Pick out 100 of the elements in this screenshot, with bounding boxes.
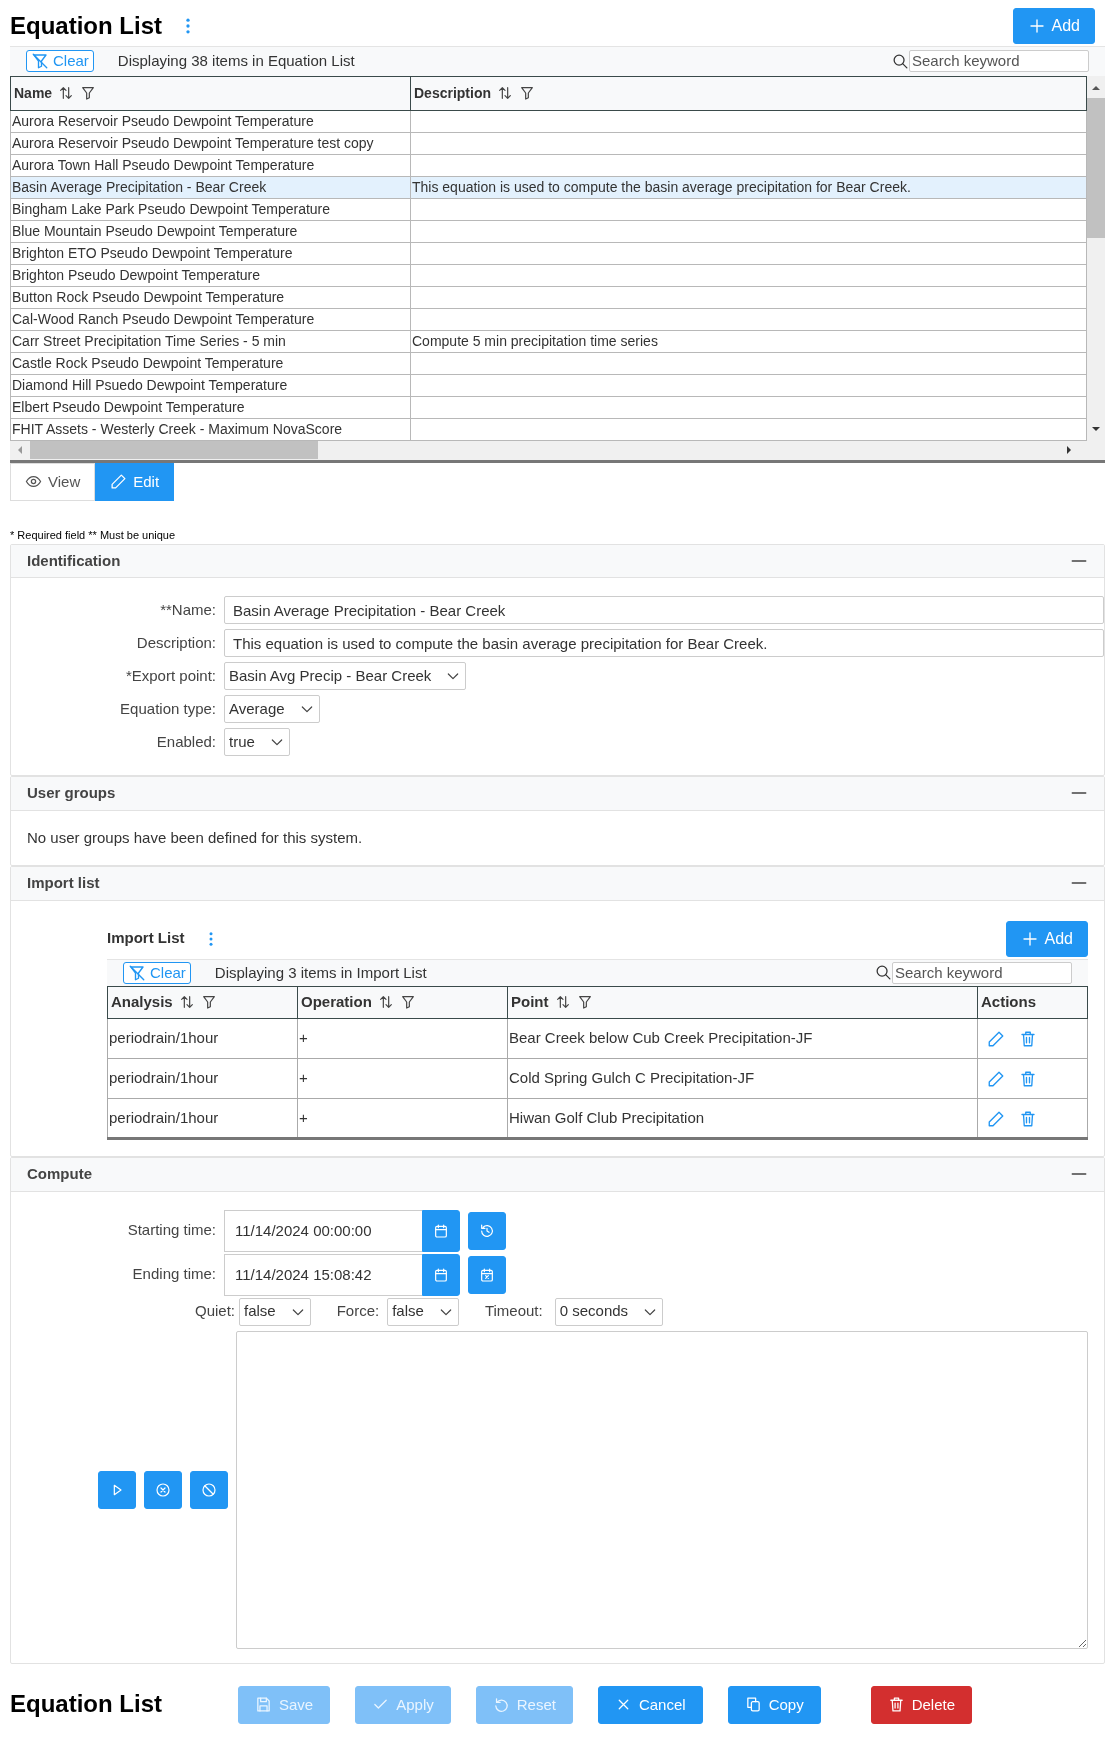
empty-message: No user groups have been defined for this system. — [27, 828, 363, 846]
field-label: Equation type: — [119, 698, 217, 719]
field-label: *Export point: — [124, 665, 217, 686]
table-cell[interactable]: Elbert Pseudo Dewpoint Temperature — [10, 396, 411, 418]
dropdown[interactable]: Average — [224, 695, 320, 723]
calendar-button[interactable] — [422, 1253, 460, 1296]
sort-icon[interactable] — [554, 994, 571, 1011]
section-title[interactable]: Identification — [27, 549, 121, 572]
sort-icon[interactable] — [178, 994, 195, 1011]
reset-time-button[interactable] — [468, 1211, 506, 1250]
search-icon — [875, 964, 892, 982]
field-label: Force: — [336, 1301, 380, 1322]
table-cell[interactable]: This equation is used to compute the basin average precipitation for Bear Creek. — [410, 176, 1087, 198]
table-cell[interactable]: Aurora Reservoir Pseudo Dewpoint Temperature — [10, 110, 411, 132]
run-button[interactable] — [97, 1470, 136, 1509]
search-field[interactable]: Search keyword — [909, 50, 1089, 73]
section-title[interactable]: Import list — [27, 872, 100, 895]
field-label: Starting time: — [126, 1220, 217, 1241]
table-cell[interactable]: Brighton Pseudo Dewpoint Temperature — [10, 264, 411, 286]
plus-icon — [1020, 929, 1039, 948]
column-header[interactable]: Point — [511, 993, 549, 1011]
calendar-x-icon — [479, 1266, 495, 1283]
table-cell: periodrain/1hour — [107, 1018, 298, 1059]
filter-clear-icon — [128, 963, 146, 982]
field-label: Ending time: — [131, 1264, 217, 1285]
date-time-field[interactable]: 11/14/2024 00:00:00 — [224, 1209, 422, 1252]
calendar-button[interactable] — [422, 1209, 460, 1252]
save-icon — [255, 1696, 272, 1714]
trash-icon — [887, 1696, 905, 1714]
dropdown[interactable]: 0 seconds — [554, 1297, 664, 1326]
column-header[interactable]: Operation — [301, 993, 372, 1011]
vertical-scrollbar[interactable] — [1087, 75, 1105, 441]
column-header[interactable]: Name — [14, 84, 53, 101]
field-label: Quiet: — [193, 1301, 236, 1322]
text-field[interactable]: This equation is used to compute the basin average precipitation for Bear Creek. — [224, 629, 1104, 657]
table-cell[interactable]: Aurora Reservoir Pseudo Dewpoint Temperature test copy — [10, 132, 411, 154]
list-title: Import List — [107, 928, 185, 949]
table-cell: Hiwan Golf Club Precipitation — [507, 1098, 978, 1139]
history-icon — [479, 1222, 495, 1239]
sort-icon[interactable] — [377, 994, 394, 1011]
pencil-icon — [110, 473, 128, 491]
edit-icon[interactable] — [987, 1109, 1005, 1128]
filter-icon[interactable] — [200, 994, 217, 1011]
horizontal-scrollbar[interactable] — [10, 440, 1105, 463]
block-button[interactable] — [189, 1470, 228, 1509]
text-field[interactable]: Basin Average Precipitation - Bear Creek — [224, 596, 1104, 624]
table-cell[interactable]: Carr Street Precipitation Time Series - 5 min — [10, 330, 411, 352]
delete-button[interactable]: Delete — [870, 1685, 972, 1724]
edit-icon[interactable] — [987, 1030, 1005, 1049]
table-cell[interactable]: Bingham Lake Park Pseudo Dewpoint Temperature — [10, 198, 411, 220]
copy-icon — [744, 1696, 762, 1714]
search-field[interactable]: Search keyword — [892, 961, 1072, 984]
ban-icon — [200, 1481, 217, 1498]
dropdown[interactable]: false — [239, 1297, 311, 1326]
items-count-text: Displaying 38 items in Equation List — [117, 51, 355, 71]
table-cell[interactable]: Brighton ETO Pseudo Dewpoint Temperature — [10, 242, 411, 264]
sort-icon[interactable] — [497, 84, 513, 101]
edit-icon[interactable] — [987, 1070, 1005, 1089]
required-note: * Required field ** Must be unique — [10, 528, 177, 543]
search-icon — [892, 52, 909, 70]
table-cell[interactable]: FHIT Assets - Westerly Creek - Maximum NovaScore — [10, 418, 411, 440]
table-cell[interactable]: Button Rock Pseudo Dewpoint Temperature — [10, 286, 411, 308]
table-cell[interactable]: Basin Average Precipitation - Bear Creek — [10, 176, 411, 198]
trash-icon[interactable] — [1019, 1030, 1037, 1049]
dropdown[interactable]: Basin Avg Precip - Bear Creek — [224, 662, 467, 690]
sort-icon[interactable] — [58, 84, 75, 101]
table-cell[interactable]: Blue Mountain Pseudo Dewpoint Temperature — [10, 220, 411, 242]
undo-icon — [492, 1696, 510, 1714]
column-header[interactable]: Description — [414, 84, 491, 101]
filter-icon[interactable] — [399, 994, 416, 1011]
footer-title: Equation List — [10, 1690, 163, 1720]
dropdown[interactable]: true — [224, 728, 290, 756]
column-header[interactable]: Analysis — [111, 993, 173, 1011]
plus-icon — [1027, 17, 1046, 35]
trash-icon[interactable] — [1019, 1109, 1037, 1128]
table-cell: Cold Spring Gulch C Precipitation-JF — [507, 1058, 978, 1099]
table-cell: + — [297, 1018, 508, 1059]
table-cell[interactable]: Diamond Hill Psuedo Dewpoint Temperature — [10, 374, 411, 396]
table-cell: + — [297, 1058, 508, 1099]
section-title[interactable]: User groups — [27, 782, 116, 805]
table-cell[interactable]: Cal-Wood Ranch Pseudo Dewpoint Temperature — [10, 308, 411, 330]
clear-date-button[interactable] — [468, 1255, 506, 1294]
table-cell[interactable]: Compute 5 min precipitation time series — [410, 330, 1087, 352]
mode-tab[interactable]: View — [10, 462, 96, 501]
table-cell[interactable]: Aurora Town Hall Pseudo Dewpoint Temperature — [10, 154, 411, 176]
table-cell: + — [297, 1098, 508, 1139]
dropdown[interactable]: false — [387, 1297, 459, 1326]
items-count-text: Displaying 3 items in Import List — [214, 962, 427, 983]
section-title[interactable]: Compute — [27, 1163, 92, 1186]
filter-icon[interactable] — [80, 84, 97, 101]
table-cell[interactable]: Castle Rock Pseudo Dewpoint Temperature — [10, 352, 411, 374]
filter-icon[interactable] — [519, 84, 535, 101]
field-label: Enabled: — [155, 731, 217, 752]
trash-icon[interactable] — [1019, 1070, 1037, 1089]
date-time-field[interactable]: 11/14/2024 15:08:42 — [224, 1253, 422, 1296]
filter-icon[interactable] — [576, 994, 593, 1011]
field-label: Description: — [135, 632, 217, 653]
stop-button[interactable] — [143, 1470, 182, 1509]
table-cell: Bear Creek below Cub Creek Precipitation-JF — [507, 1018, 978, 1059]
table-cell: periodrain/1hour — [107, 1058, 298, 1099]
